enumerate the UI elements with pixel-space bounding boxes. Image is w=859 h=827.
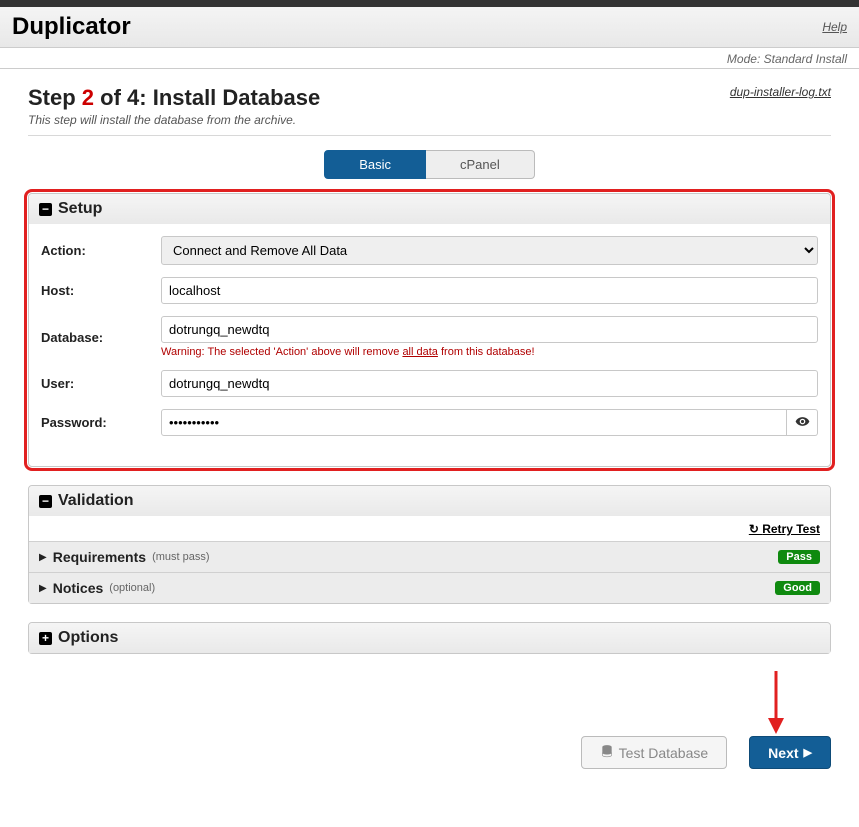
test-database-label: Test Database bbox=[619, 745, 709, 761]
tab-basic[interactable]: Basic bbox=[324, 150, 426, 179]
setup-panel: − Setup Action: Connect and Remove All D… bbox=[28, 193, 831, 467]
installer-log-link[interactable]: dup-installer-log.txt bbox=[730, 85, 831, 99]
warn-suffix: from this database! bbox=[438, 346, 535, 358]
host-label: Host: bbox=[41, 283, 161, 298]
database-input[interactable] bbox=[161, 316, 818, 343]
app-title: Duplicator bbox=[12, 13, 131, 41]
caret-right-icon: ▶ bbox=[804, 746, 812, 759]
requirements-title: Requirements bbox=[53, 549, 146, 565]
password-toggle-button[interactable] bbox=[787, 409, 818, 436]
action-select[interactable]: Connect and Remove All Data bbox=[161, 236, 818, 265]
step-middle: of 4: bbox=[94, 85, 153, 110]
mode-line: Mode: Standard Install bbox=[0, 48, 859, 69]
database-label: Database: bbox=[41, 330, 161, 345]
caret-right-icon: ▶ bbox=[39, 583, 47, 594]
retry-test-link[interactable]: Retry Test bbox=[749, 522, 820, 536]
footer-buttons: Test Database Next ▶ bbox=[28, 736, 831, 769]
notices-row[interactable]: ▶ Notices (optional) Good bbox=[29, 572, 830, 603]
annotation-arrow bbox=[28, 672, 831, 732]
tab-cpanel[interactable]: cPanel bbox=[426, 150, 535, 179]
page-title: Step 2 of 4: Install Database bbox=[28, 85, 320, 111]
notices-status-badge: Good bbox=[775, 581, 820, 595]
view-tabs: Basic cPanel bbox=[28, 150, 831, 179]
browser-chrome bbox=[0, 0, 859, 7]
title-bar: Duplicator Help bbox=[0, 7, 859, 48]
step-prefix: Step bbox=[28, 85, 82, 110]
collapse-icon: − bbox=[39, 495, 52, 508]
warn-link[interactable]: all data bbox=[402, 346, 437, 358]
validation-panel: − Validation Retry Test ▶ Requirements (… bbox=[28, 485, 831, 604]
notices-note: (optional) bbox=[109, 582, 155, 594]
host-input[interactable] bbox=[161, 277, 818, 304]
step-header: Step 2 of 4: Install Database This step … bbox=[28, 85, 831, 127]
user-label: User: bbox=[41, 376, 161, 391]
validation-panel-header[interactable]: − Validation bbox=[29, 486, 830, 516]
user-input[interactable] bbox=[161, 370, 818, 397]
setup-heading: Setup bbox=[58, 200, 102, 218]
password-label: Password: bbox=[41, 415, 161, 430]
step-title-text: Install Database bbox=[153, 85, 321, 110]
expand-icon: + bbox=[39, 632, 52, 645]
caret-right-icon: ▶ bbox=[39, 552, 47, 563]
action-label: Action: bbox=[41, 243, 161, 258]
eye-icon bbox=[795, 414, 810, 432]
database-warning: Warning: The selected 'Action' above wil… bbox=[161, 346, 818, 358]
step-subtitle: This step will install the database from… bbox=[28, 113, 320, 127]
requirements-row[interactable]: ▶ Requirements (must pass) Pass bbox=[29, 541, 830, 572]
validation-heading: Validation bbox=[58, 492, 134, 510]
database-icon bbox=[600, 744, 614, 761]
warn-prefix: Warning: The selected 'Action' above wil… bbox=[161, 346, 402, 358]
next-label: Next bbox=[768, 745, 798, 761]
options-heading: Options bbox=[58, 629, 118, 647]
password-input[interactable] bbox=[161, 409, 787, 436]
step-number: 2 bbox=[82, 85, 94, 110]
requirements-note: (must pass) bbox=[152, 551, 209, 563]
divider bbox=[28, 135, 831, 136]
help-link[interactable]: Help bbox=[822, 20, 847, 34]
setup-panel-header[interactable]: − Setup bbox=[29, 194, 830, 224]
next-button[interactable]: Next ▶ bbox=[749, 736, 831, 769]
notices-title: Notices bbox=[53, 580, 104, 596]
options-panel: + Options bbox=[28, 622, 831, 654]
collapse-icon: − bbox=[39, 203, 52, 216]
options-panel-header[interactable]: + Options bbox=[29, 623, 830, 653]
requirements-status-badge: Pass bbox=[778, 550, 820, 564]
test-database-button[interactable]: Test Database bbox=[581, 736, 728, 769]
